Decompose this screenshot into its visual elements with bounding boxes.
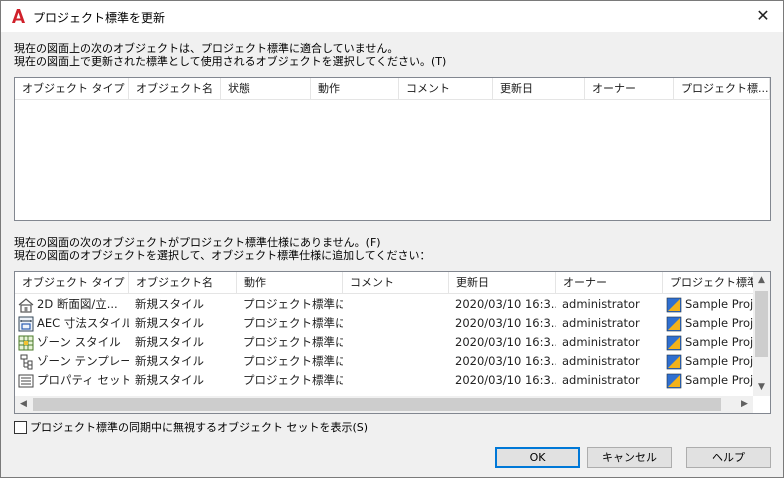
dimension-style-icon <box>18 316 34 331</box>
row-owner: administrator <box>562 354 640 368</box>
row-owner: administrator <box>562 335 640 349</box>
upper-col-updated[interactable]: 更新日 <box>493 78 585 100</box>
table-row[interactable]: ゾーン スタイル 新規スタイル プロジェクト標準に... 2020/03/10 … <box>15 333 755 352</box>
scroll-left-icon[interactable]: ◀ <box>15 396 32 413</box>
row-action: プロジェクト標準に... <box>243 316 343 330</box>
scroll-up-icon[interactable]: ▲ <box>753 272 770 289</box>
scroll-right-icon[interactable]: ▶ <box>736 396 753 413</box>
project-standard-icon <box>666 297 682 312</box>
nonconforming-objects-list[interactable]: オブジェクト タイプ オブジェクト名 状態 動作 コメント 更新日 オーナー プ… <box>14 77 771 221</box>
lower-message-line1: 現在の図面の次のオブジェクトがプロジェクト標準仕様にありません。(F) <box>14 236 381 249</box>
row-project-standard: Sample Proje <box>685 316 755 330</box>
lower-col-project-standard[interactable]: プロジェクト標準... <box>663 272 755 294</box>
table-row[interactable]: AEC 寸法スタイル 新規スタイル プロジェクト標準に... 2020/03/1… <box>15 314 755 333</box>
row-updated: 2020/03/10 16:3... <box>455 316 556 330</box>
lower-list-header: オブジェクト タイプ オブジェクト名 動作 コメント 更新日 オーナー プロジェ… <box>15 272 755 294</box>
title-bar: プロジェクト標準を更新 ✕ <box>1 1 783 32</box>
lower-col-comment[interactable]: コメント <box>343 272 449 294</box>
row-comment <box>343 352 449 371</box>
upper-col-status[interactable]: 状態 <box>221 78 311 100</box>
update-project-standards-dialog: プロジェクト標準を更新 ✕ 現在の図面上の次のオブジェクトは、プロジェクト標準に… <box>0 0 784 478</box>
row-object-type: ゾーン スタイル <box>37 335 121 349</box>
upper-col-comment[interactable]: コメント <box>399 78 493 100</box>
row-object-type: プロパティ セット... <box>37 373 129 387</box>
row-updated: 2020/03/10 16:3... <box>455 373 556 387</box>
row-project-standard: Sample Proje <box>685 297 755 311</box>
lower-message-line2: 現在の図面のオブジェクトを選択して、オブジェクト標準仕様に追加してください： <box>14 249 431 262</box>
upper-message-line2: 現在の図面上で更新された標準として使用されるオブジェクトを選択してください。(T… <box>14 55 447 68</box>
row-updated: 2020/03/10 16:3... <box>455 297 556 311</box>
upper-col-owner[interactable]: オーナー <box>585 78 674 100</box>
table-row[interactable]: ゾーン テンプレート 新規スタイル プロジェクト標準に... 2020/03/1… <box>15 352 755 371</box>
show-ignored-checkbox[interactable] <box>14 421 27 434</box>
row-project-standard: Sample Proje <box>685 354 755 368</box>
row-action: プロジェクト標準に... <box>243 354 343 368</box>
scroll-down-icon[interactable]: ▼ <box>753 379 770 396</box>
row-comment <box>343 314 449 333</box>
row-owner: administrator <box>562 373 640 387</box>
autocad-logo-icon <box>12 9 25 23</box>
table-row[interactable]: 2D 断面図/立... 新規スタイル プロジェクト標準に... 2020/03/… <box>15 295 755 314</box>
upper-message-line1: 現在の図面上の次のオブジェクトは、プロジェクト標準に適合していません。 <box>14 42 399 55</box>
project-standard-icon <box>666 316 682 331</box>
horizontal-scroll-thumb[interactable] <box>33 398 721 411</box>
row-updated: 2020/03/10 16:3... <box>455 354 556 368</box>
close-icon[interactable]: ✕ <box>749 5 777 27</box>
horizontal-scrollbar[interactable]: ◀ ▶ <box>15 396 753 413</box>
lower-col-object-name[interactable]: オブジェクト名 <box>129 272 237 294</box>
lower-list-body: 2D 断面図/立... 新規スタイル プロジェクト標準に... 2020/03/… <box>15 295 755 398</box>
upper-col-object-name[interactable]: オブジェクト名 <box>129 78 221 100</box>
show-ignored-label[interactable]: プロジェクト標準の同期中に無視するオブジェクト セットを表示(S) <box>30 421 368 434</box>
row-object-name: 新規スタイル <box>135 373 204 387</box>
row-comment <box>343 295 449 314</box>
cancel-button[interactable]: キャンセル <box>587 447 672 468</box>
row-object-name: 新規スタイル <box>135 354 204 368</box>
project-standard-icon <box>666 335 682 350</box>
lower-col-object-type[interactable]: オブジェクト タイプ <box>15 272 129 294</box>
row-comment <box>343 333 449 352</box>
missing-objects-list[interactable]: オブジェクト タイプ オブジェクト名 動作 コメント 更新日 オーナー プロジェ… <box>14 271 771 414</box>
row-action: プロジェクト標準に... <box>243 335 343 349</box>
vertical-scroll-thumb[interactable] <box>755 291 768 357</box>
zone-style-icon <box>18 335 34 350</box>
row-project-standard: Sample Proje <box>685 335 755 349</box>
row-object-type: AEC 寸法スタイル <box>37 316 129 330</box>
row-object-name: 新規スタイル <box>135 335 204 349</box>
row-object-type: 2D 断面図/立... <box>37 297 118 311</box>
row-object-type: ゾーン テンプレート <box>37 354 129 368</box>
row-project-standard: Sample Proje <box>685 373 755 387</box>
row-action: プロジェクト標準に... <box>243 373 343 387</box>
row-object-name: 新規スタイル <box>135 297 204 311</box>
help-button[interactable]: ヘルプ <box>686 447 771 468</box>
row-updated: 2020/03/10 16:3... <box>455 335 556 349</box>
window-title: プロジェクト標準を更新 <box>33 11 166 25</box>
row-action: プロジェクト標準に... <box>243 297 343 311</box>
row-owner: administrator <box>562 316 640 330</box>
row-owner: administrator <box>562 297 640 311</box>
upper-col-object-type[interactable]: オブジェクト タイプ <box>15 78 129 100</box>
upper-col-action[interactable]: 動作 <box>311 78 399 100</box>
upper-list-header: オブジェクト タイプ オブジェクト名 状態 動作 コメント 更新日 オーナー プ… <box>15 78 770 100</box>
project-standard-icon <box>666 354 682 369</box>
row-object-name: 新規スタイル <box>135 316 204 330</box>
house-section-icon <box>18 297 34 313</box>
row-comment <box>343 371 449 390</box>
project-standard-icon <box>666 373 682 388</box>
lower-col-updated[interactable]: 更新日 <box>449 272 556 294</box>
lower-col-owner[interactable]: オーナー <box>556 272 663 294</box>
table-row[interactable]: プロパティ セット... 新規スタイル プロジェクト標準に... 2020/03… <box>15 371 755 390</box>
property-set-icon <box>18 374 34 387</box>
ok-button[interactable]: OK <box>495 447 580 468</box>
zone-template-icon <box>20 354 33 369</box>
vertical-scrollbar[interactable]: ▲ ▼ <box>753 272 770 396</box>
lower-col-action[interactable]: 動作 <box>237 272 343 294</box>
upper-col-project-standard[interactable]: プロジェクト標... <box>674 78 770 100</box>
